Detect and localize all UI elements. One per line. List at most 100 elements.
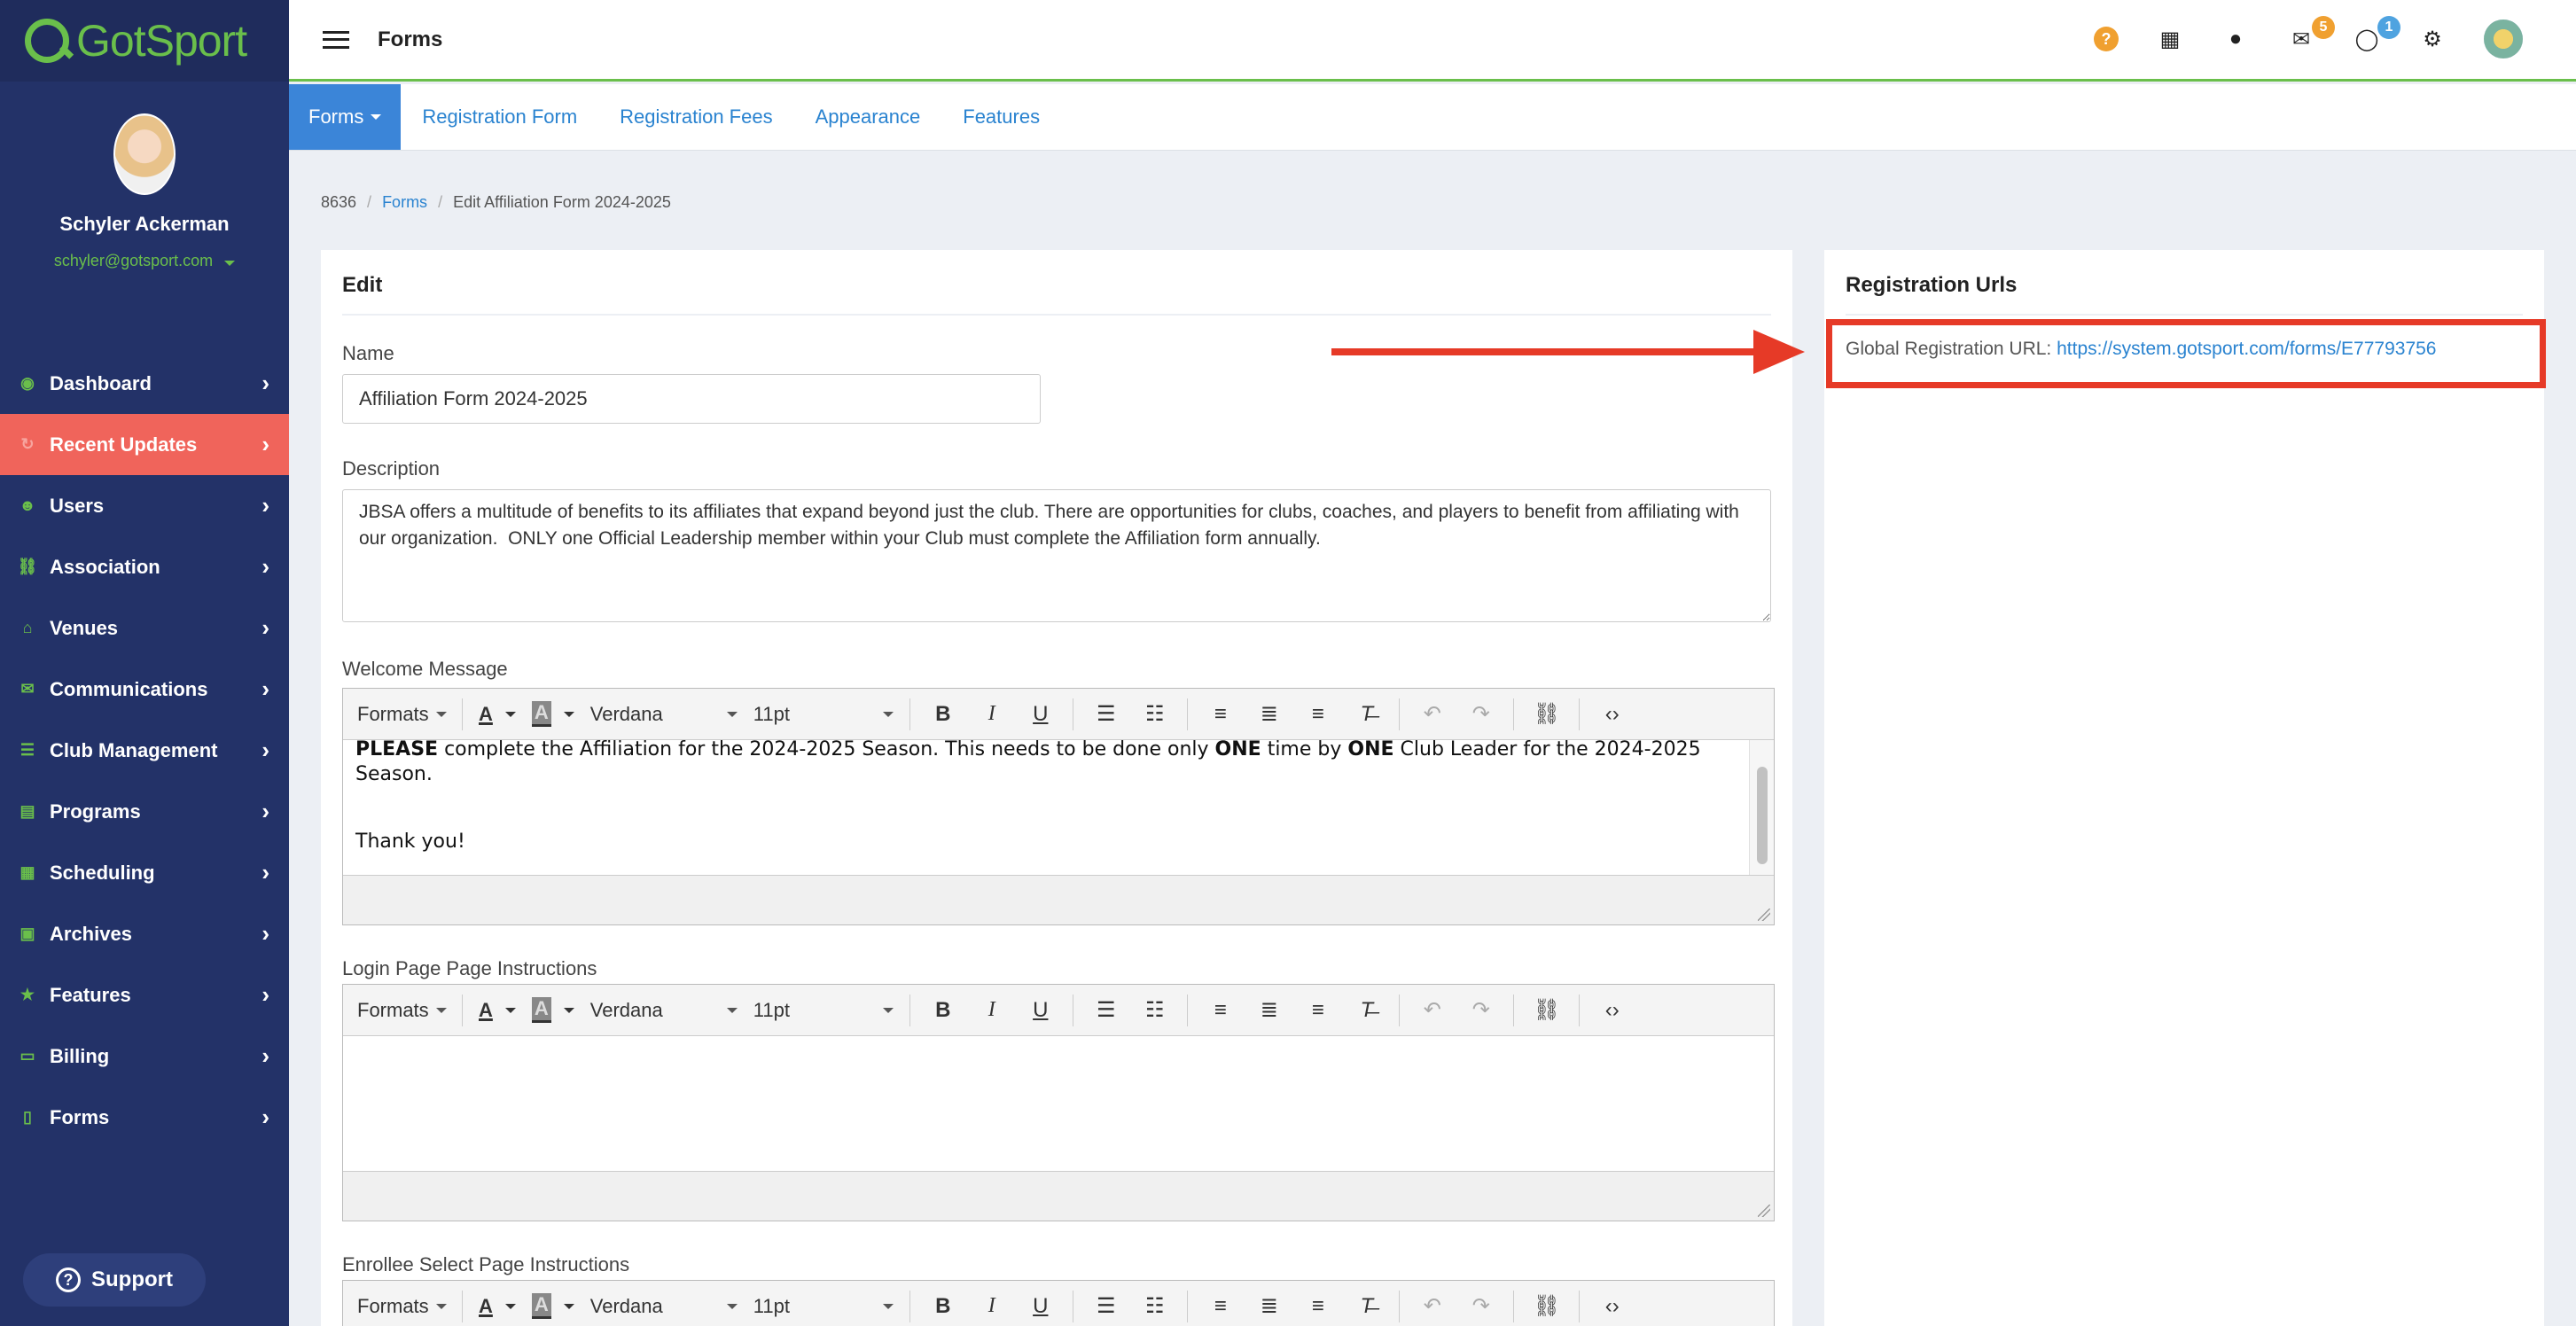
breadcrumb: 8636/Forms / Edit Affiliation Form 2024-20… (321, 193, 671, 211)
sidebar-item-association[interactable]: ⛓ Association › (0, 536, 289, 597)
font-family-select[interactable]: Verdana (590, 993, 738, 1028)
italic-button[interactable]: I (975, 697, 1009, 732)
resize-handle-icon[interactable] (1758, 1205, 1770, 1217)
support-button[interactable]: ? Support (23, 1253, 206, 1306)
font-size-select[interactable]: 11pt (753, 993, 894, 1028)
bullet-list-icon[interactable]: ☰ (1089, 697, 1123, 732)
sidebar-item-features[interactable]: ★ Features › (0, 964, 289, 1026)
undo-icon[interactable]: ↶ (1416, 993, 1449, 1028)
source-code-icon[interactable]: ‹› (1596, 993, 1629, 1028)
hamburger-menu-icon[interactable] (323, 30, 349, 49)
profile-email-dropdown[interactable]: schyler@gotsport.com (0, 252, 289, 270)
undo-icon[interactable]: ↶ (1416, 1289, 1449, 1324)
sidebar-item-venues[interactable]: ⌂ Venues › (0, 597, 289, 659)
help-icon[interactable]: ? (2094, 27, 2119, 51)
breadcrumb-forms-link[interactable]: Forms (382, 193, 427, 211)
sidebar-item-users[interactable]: ☻ Users › (0, 475, 289, 536)
background-color-button[interactable]: A (531, 1289, 574, 1324)
bold-button[interactable]: B (926, 993, 960, 1028)
underline-button[interactable]: U (1024, 697, 1058, 732)
chevron-down-icon (726, 1007, 738, 1013)
align-center-icon[interactable]: ≣ (1253, 1289, 1286, 1324)
numbered-list-icon[interactable]: ☷ (1138, 1289, 1172, 1324)
sidebar-item-billing[interactable]: ▭ Billing › (0, 1026, 289, 1087)
formats-dropdown[interactable]: Formats (357, 993, 447, 1028)
italic-button[interactable]: I (975, 993, 1009, 1028)
undo-icon[interactable]: ↶ (1416, 697, 1449, 732)
editor-scrollbar[interactable] (1749, 740, 1774, 875)
link-icon[interactable]: ⛓ (1530, 993, 1564, 1028)
text-color-button[interactable]: A (479, 697, 516, 732)
sidebar-item-communications[interactable]: ✉ Communications › (0, 659, 289, 720)
link-icon[interactable]: ⛓ (1530, 1289, 1564, 1324)
link-icon[interactable]: ⛓ (1530, 697, 1564, 732)
underline-button[interactable]: U (1024, 993, 1058, 1028)
organization-logo-icon[interactable] (2484, 20, 2523, 58)
formats-label: Formats (357, 1294, 429, 1317)
sidebar-item-programs[interactable]: ▤ Programs › (0, 781, 289, 842)
font-size-select[interactable]: 11pt (753, 697, 894, 732)
tab-features[interactable]: Features (941, 84, 1061, 150)
formats-dropdown[interactable]: Formats (357, 1289, 447, 1324)
align-right-icon[interactable]: ≡ (1301, 697, 1335, 732)
envelope-icon[interactable]: ✉ 5 (2287, 15, 2335, 52)
align-right-icon[interactable]: ≡ (1301, 1289, 1335, 1324)
sidebar-item-archives[interactable]: ▣ Archives › (0, 903, 289, 964)
bullet-list-icon[interactable]: ☰ (1089, 1289, 1123, 1324)
align-left-icon[interactable]: ≡ (1204, 697, 1237, 732)
redo-icon[interactable]: ↷ (1464, 1289, 1498, 1324)
redo-icon[interactable]: ↷ (1464, 993, 1498, 1028)
login-instructions-label: Login Page Page Instructions (342, 957, 597, 979)
numbered-list-icon[interactable]: ☷ (1138, 697, 1172, 732)
font-family-select[interactable]: Verdana (590, 1289, 738, 1324)
user-icon[interactable]: ● (2221, 27, 2250, 51)
tab-forms[interactable]: Forms (289, 84, 402, 150)
italic-button[interactable]: I (975, 1289, 1009, 1324)
align-right-icon[interactable]: ≡ (1301, 993, 1335, 1028)
underline-button[interactable]: U (1024, 1289, 1058, 1324)
clear-formatting-icon[interactable]: T̶ (1350, 1289, 1384, 1324)
align-center-icon[interactable]: ≣ (1253, 697, 1286, 732)
font-size-select[interactable]: 11pt (753, 1289, 894, 1324)
name-input[interactable] (342, 374, 1041, 424)
description-textarea[interactable]: JBSA offers a multitude of benefits to i… (342, 489, 1771, 622)
brand-logo[interactable]: GotSport (0, 0, 289, 82)
numbered-list-icon[interactable]: ☷ (1138, 993, 1172, 1028)
avatar[interactable] (113, 113, 176, 195)
background-color-button[interactable]: A (531, 993, 574, 1028)
tab-appearance[interactable]: Appearance (794, 84, 942, 150)
bullet-list-icon[interactable]: ☰ (1089, 993, 1123, 1028)
qr-code-icon[interactable]: ▦ (2156, 27, 2184, 52)
sidebar-item-scheduling[interactable]: ▦ Scheduling › (0, 842, 289, 903)
source-code-icon[interactable]: ‹› (1596, 1289, 1629, 1324)
chevron-down-icon (563, 1303, 574, 1309)
tab-registration-form[interactable]: Registration Form (401, 84, 598, 150)
sidebar-item-dashboard[interactable]: ◉ Dashboard › (0, 353, 289, 414)
align-left-icon[interactable]: ≡ (1204, 993, 1237, 1028)
sidebar-item-label: Archives (50, 922, 132, 945)
formats-dropdown[interactable]: Formats (357, 697, 447, 732)
background-color-button[interactable]: A (531, 697, 574, 732)
font-family-select[interactable]: Verdana (590, 697, 738, 732)
resize-handle-icon[interactable] (1758, 909, 1770, 921)
welcome-message-body[interactable]: PLEASE complete the Affiliation for the … (343, 740, 1774, 875)
login-instructions-body[interactable] (343, 1036, 1774, 1171)
clear-formatting-icon[interactable]: T̶ (1350, 993, 1384, 1028)
user-profile: Schyler Ackerman schyler@gotsport.com (0, 82, 289, 356)
bold-button[interactable]: B (926, 1289, 960, 1324)
chat-icon[interactable]: ◯ 1 (2353, 15, 2400, 52)
align-center-icon[interactable]: ≣ (1253, 993, 1286, 1028)
sidebar-item-forms[interactable]: ▯ Forms › (0, 1087, 289, 1148)
sidebar-item-recent-updates[interactable]: ↻ Recent Updates › (0, 414, 289, 475)
gear-icon[interactable]: ⚙ (2418, 27, 2447, 52)
source-code-icon[interactable]: ‹› (1596, 697, 1629, 732)
editor-toolbar: Formats A A Verdana 11pt B I U ☰ ☷ ≡ ≣ ≡ T̶ ↶ ↷ ⛓ ‹› (343, 689, 1774, 740)
bold-button[interactable]: B (926, 697, 960, 732)
align-left-icon[interactable]: ≡ (1204, 1289, 1237, 1324)
text-color-button[interactable]: A (479, 993, 516, 1028)
text-color-button[interactable]: A (479, 1289, 516, 1324)
sidebar-item-club-management[interactable]: ☰ Club Management › (0, 720, 289, 781)
clear-formatting-icon[interactable]: T̶ (1350, 697, 1384, 732)
tab-registration-fees[interactable]: Registration Fees (598, 84, 793, 150)
redo-icon[interactable]: ↷ (1464, 697, 1498, 732)
